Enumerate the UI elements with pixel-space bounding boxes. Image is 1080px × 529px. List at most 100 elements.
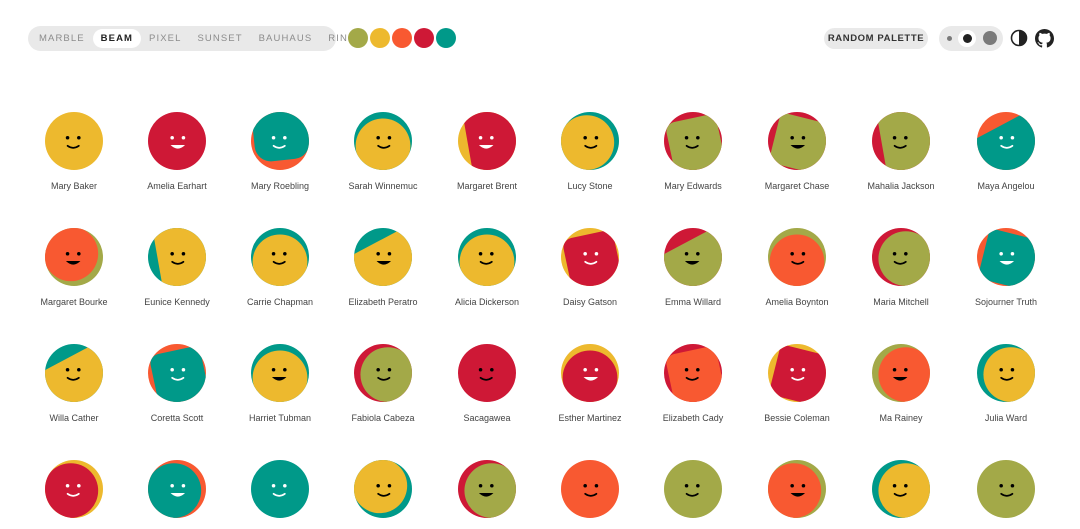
avatar-card[interactable]: Sarah Winnemuc — [331, 108, 435, 191]
avatar-card[interactable] — [745, 456, 849, 529]
avatar-image — [561, 228, 619, 286]
avatar-card[interactable]: Alicia Dickerson — [435, 224, 539, 307]
avatar-image — [45, 460, 103, 518]
palette-swatch[interactable] — [436, 28, 456, 48]
avatar-name: Bessie Coleman — [764, 413, 830, 423]
avatar-card[interactable]: Lucy Stone — [538, 108, 642, 191]
avatar-card[interactable] — [125, 456, 229, 529]
avatar-card[interactable] — [228, 456, 332, 529]
avatar-image — [354, 344, 412, 402]
avatar-image — [458, 228, 516, 286]
size-small-option[interactable] — [947, 36, 952, 41]
avatar-card[interactable]: Harriet Tubman — [228, 340, 332, 423]
avatar-name: Maya Angelou — [977, 181, 1035, 191]
avatar-card[interactable]: Daisy Gatson — [538, 224, 642, 307]
avatar-image — [977, 228, 1035, 286]
variant-beam[interactable]: BEAM — [92, 29, 142, 48]
variant-bauhaus[interactable]: BAUHAUS — [251, 29, 321, 48]
avatar-card[interactable] — [435, 456, 539, 529]
avatar-card[interactable]: Julia Ward — [954, 340, 1058, 423]
size-medium-option[interactable] — [963, 34, 972, 43]
avatar-name: Carrie Chapman — [246, 297, 314, 307]
avatar-image — [872, 460, 930, 518]
avatar-name: Elizabeth Cady — [662, 413, 724, 423]
avatar-image — [45, 112, 103, 170]
avatar-card[interactable]: Carrie Chapman — [228, 224, 332, 307]
toolbar: MARBLE BEAM PIXEL SUNSET BAUHAUS RING RA… — [0, 0, 1080, 78]
avatar-name: Sarah Winnemuc — [348, 181, 418, 191]
avatar-card[interactable]: Esther Martinez — [538, 340, 642, 423]
avatar-image — [872, 228, 930, 286]
avatar-card[interactable]: Amelia Earhart — [125, 108, 229, 191]
avatar-card[interactable]: Margaret Bourke — [22, 224, 126, 307]
avatar-image — [148, 344, 206, 402]
avatar-image — [561, 460, 619, 518]
palette-swatch[interactable] — [414, 28, 434, 48]
avatar-card[interactable] — [331, 456, 435, 529]
avatar-image — [251, 228, 309, 286]
avatar-card[interactable]: Bessie Coleman — [745, 340, 849, 423]
avatar-card[interactable]: Elizabeth Cady — [641, 340, 745, 423]
avatar-card[interactable]: Amelia Boynton — [745, 224, 849, 307]
avatar-name: Margaret Bourke — [40, 297, 108, 307]
contrast-icon[interactable] — [1010, 29, 1028, 47]
avatar-image — [251, 460, 309, 518]
avatar-card[interactable]: Emma Willard — [641, 224, 745, 307]
variant-pixel[interactable]: PIXEL — [141, 29, 189, 48]
avatar-image — [664, 228, 722, 286]
avatar-name: Sacagawea — [463, 413, 511, 423]
palette — [348, 28, 458, 48]
avatar-card[interactable]: Margaret Brent — [435, 108, 539, 191]
avatar-image — [768, 112, 826, 170]
avatar-name: Julia Ward — [984, 413, 1028, 423]
avatar-image — [45, 344, 103, 402]
avatar-name: Fabiola Cabeza — [351, 413, 415, 423]
palette-swatch[interactable] — [392, 28, 412, 48]
avatar-card[interactable] — [22, 456, 126, 529]
avatar-image — [148, 460, 206, 518]
avatar-image — [768, 460, 826, 518]
avatar-image — [872, 112, 930, 170]
avatar-name: Elizabeth Peratro — [348, 297, 418, 307]
avatar-card[interactable]: Mary Edwards — [641, 108, 745, 191]
avatar-card[interactable] — [954, 456, 1058, 529]
avatar-card[interactable]: Mahalia Jackson — [849, 108, 953, 191]
github-icon[interactable] — [1035, 29, 1054, 48]
avatar-card[interactable]: Sacagawea — [435, 340, 539, 423]
avatar-card[interactable]: Willa Cather — [22, 340, 126, 423]
avatar-image — [458, 460, 516, 518]
avatar-name: Harriet Tubman — [248, 413, 312, 423]
avatar-card[interactable]: Sojourner Truth — [954, 224, 1058, 307]
avatar-image — [148, 228, 206, 286]
avatar-image — [354, 460, 412, 518]
avatar-card[interactable] — [538, 456, 642, 529]
avatar-image — [768, 344, 826, 402]
avatar-card[interactable] — [849, 456, 953, 529]
avatar-image — [354, 228, 412, 286]
avatar-card[interactable]: Margaret Chase — [745, 108, 849, 191]
avatar-card[interactable]: Elizabeth Peratro — [331, 224, 435, 307]
avatar-name: Lucy Stone — [567, 181, 613, 191]
size-large-option[interactable] — [983, 31, 997, 45]
avatar-image — [977, 344, 1035, 402]
avatar-card[interactable]: Ma Rainey — [849, 340, 953, 423]
avatar-name: Willa Cather — [49, 413, 99, 423]
avatar-image — [354, 112, 412, 170]
avatar-card[interactable]: Eunice Kennedy — [125, 224, 229, 307]
avatar-image — [872, 344, 930, 402]
avatar-card[interactable] — [641, 456, 745, 529]
avatar-image — [561, 112, 619, 170]
variant-sunset[interactable]: SUNSET — [189, 29, 250, 48]
avatar-card[interactable]: Maya Angelou — [954, 108, 1058, 191]
avatar-card[interactable]: Mary Baker — [22, 108, 126, 191]
avatar-name: Amelia Boynton — [765, 297, 829, 307]
variant-marble[interactable]: MARBLE — [31, 29, 93, 48]
avatar-card[interactable]: Maria Mitchell — [849, 224, 953, 307]
avatar-image — [45, 228, 103, 286]
avatar-card[interactable]: Fabiola Cabeza — [331, 340, 435, 423]
random-palette-button[interactable]: RANDOM PALETTE — [824, 28, 928, 49]
palette-swatch[interactable] — [370, 28, 390, 48]
avatar-card[interactable]: Coretta Scott — [125, 340, 229, 423]
avatar-card[interactable]: Mary Roebling — [228, 108, 332, 191]
palette-swatch[interactable] — [348, 28, 368, 48]
